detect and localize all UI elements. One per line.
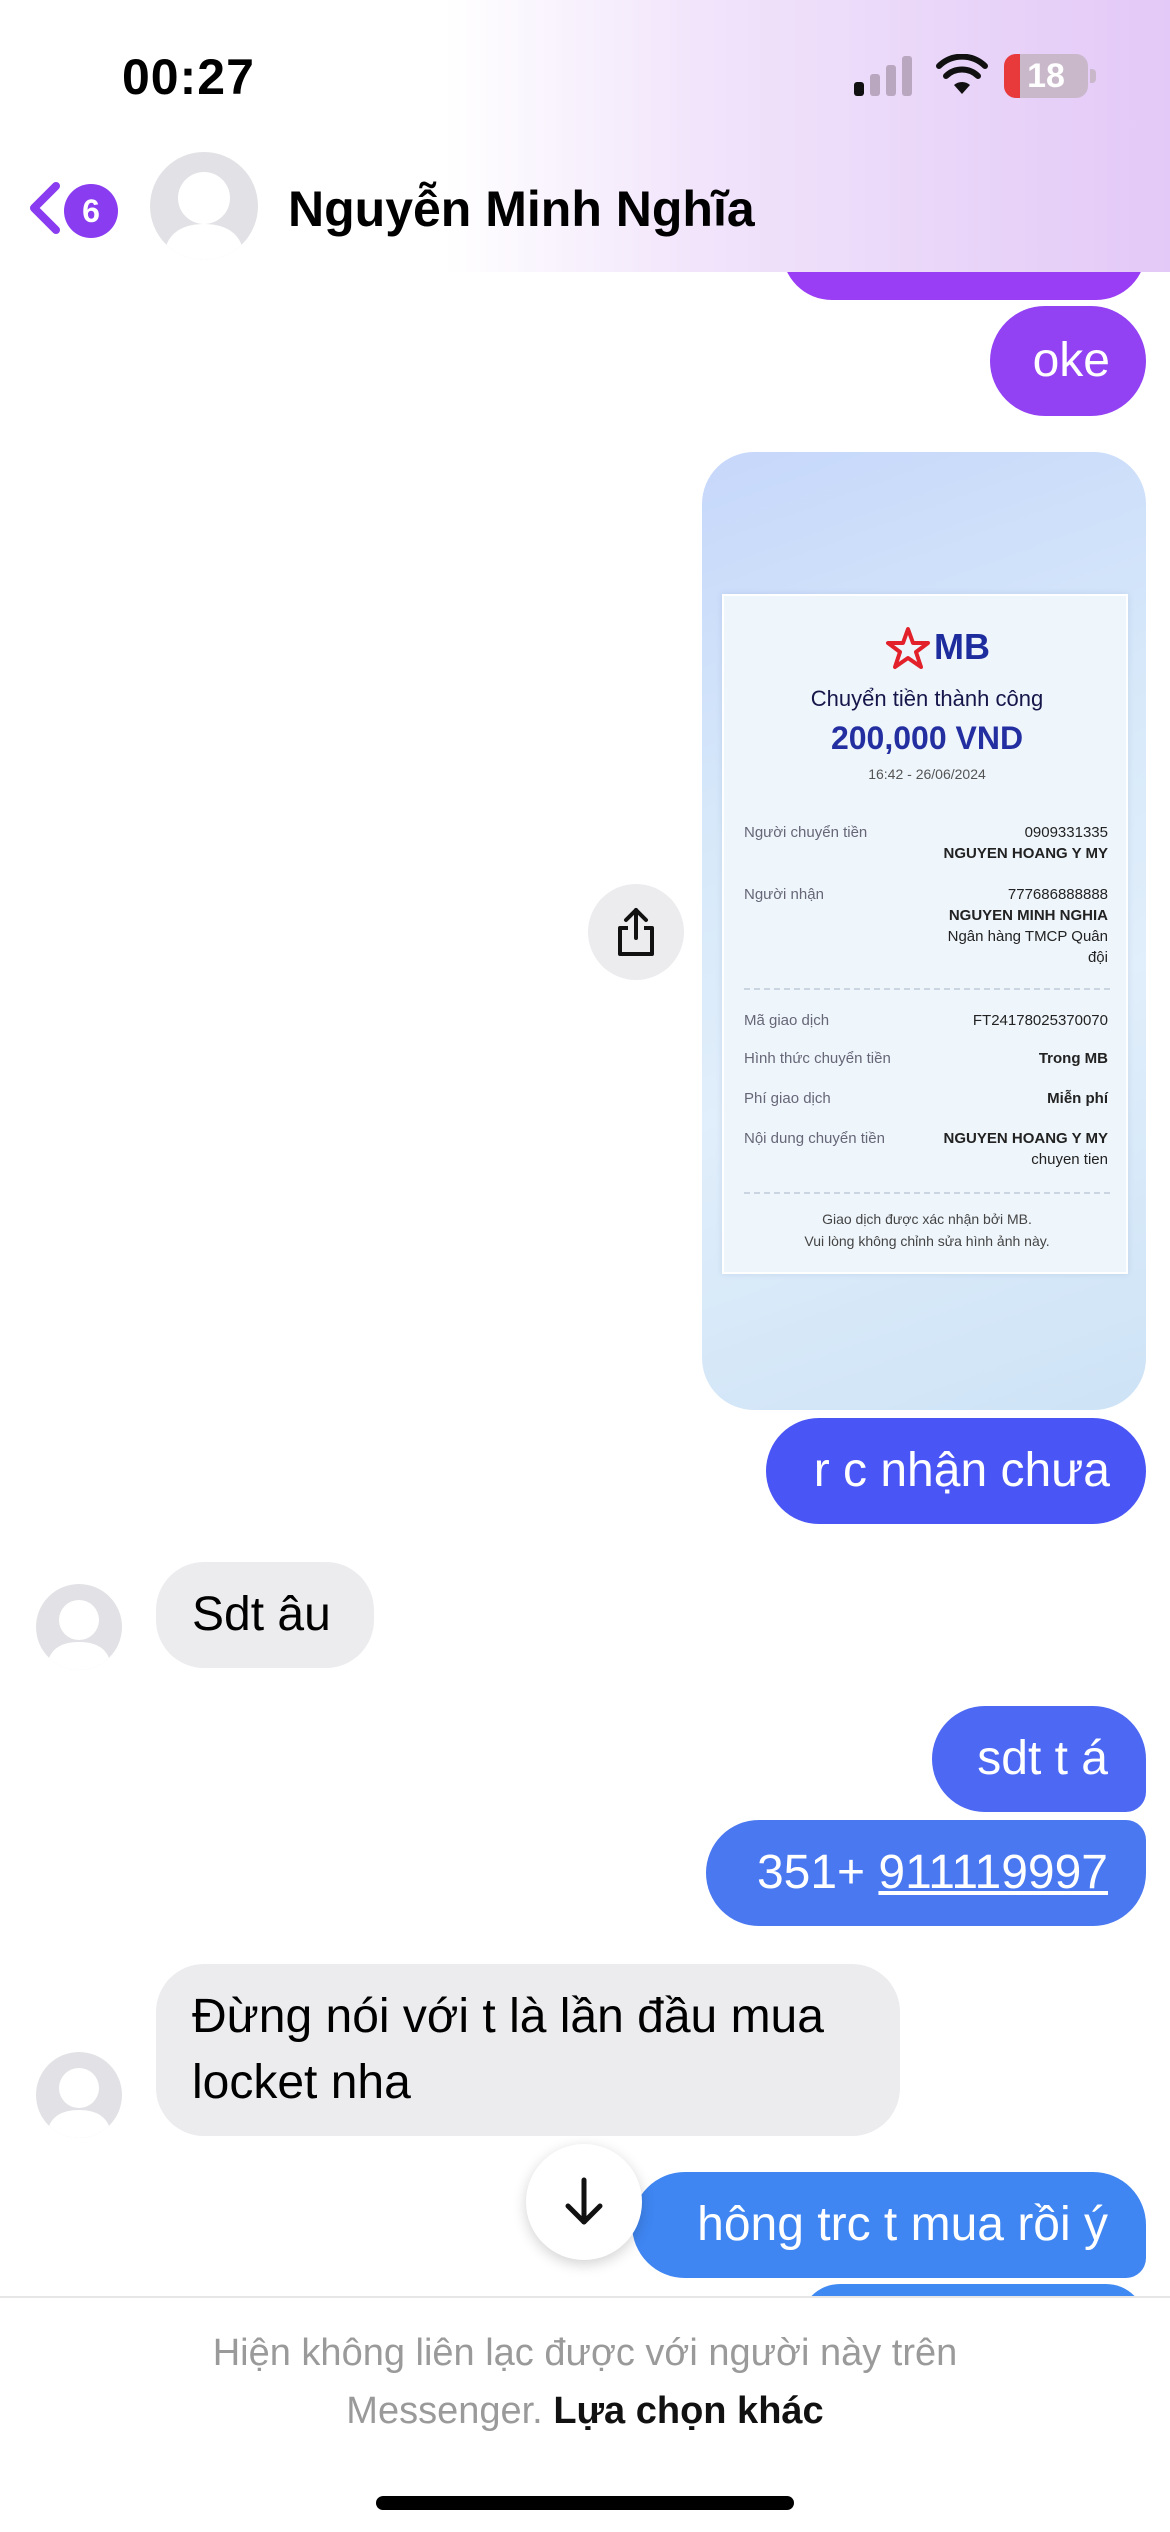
other-options-link[interactable]: Lựa chọn khác [553, 2390, 823, 2432]
contact-avatar-small[interactable] [36, 1584, 122, 1670]
sender-value: 0909331335 NGUYEN HOANG Y MY [944, 822, 1108, 864]
default-avatar-icon [36, 2052, 122, 2138]
message-bubble-oke[interactable]: oke [990, 306, 1146, 416]
sender-account: 0909331335 [1024, 824, 1108, 841]
message-bubble-hong[interactable]: hông trc t mua rồi ý [632, 2172, 1146, 2278]
sender-label: Người chuyển tiền [744, 824, 868, 841]
arrow-down-icon [565, 2177, 603, 2225]
share-button[interactable] [588, 884, 684, 980]
unavailable-notice: Hiện không liên lạc được với người này t… [0, 2324, 1170, 2440]
fee-label: Phí giao dịch [744, 1090, 831, 1107]
receipt-footer: Giao dịch được xác nhận bởi MB. Vui lòng… [724, 1208, 1130, 1252]
method-label: Hình thức chuyển tiền [744, 1050, 891, 1067]
share-icon [618, 908, 654, 956]
receiver-bank-line2: đội [1087, 949, 1108, 966]
battery-icon: 18 [1004, 54, 1096, 98]
mb-logo-text: MB [934, 626, 990, 667]
message-bubble-sdt-ta[interactable]: sdt t á [932, 1706, 1146, 1812]
content-value: NGUYEN HOANG Y MY chuyen tien [944, 1128, 1108, 1170]
receiver-value: 777686888888 NGUYEN MINH NGHIA Ngân hàng… [948, 884, 1108, 968]
sender-name: NGUYEN HOANG Y MY [943, 845, 1108, 862]
receipt-amount: 200,000 VND [830, 720, 1024, 756]
phone-number-link[interactable]: 911119997 [878, 1846, 1108, 1899]
message-bubble-sdt[interactable]: Sdt âu [156, 1562, 374, 1668]
receiver-bank-line1: Ngân hàng TMCP Quân [947, 928, 1108, 945]
phone-prefix: 351+ [756, 1846, 879, 1899]
receiver-account: 777686888888 [1007, 886, 1108, 903]
txn-id-value: FT24178025370070 [972, 1012, 1108, 1029]
receipt-title: Chuyển tiền thành công [810, 686, 1044, 711]
contact-name[interactable]: Nguyễn Minh Nghĩa [288, 180, 755, 238]
notice-line2: Messenger. [346, 2390, 543, 2432]
mb-bank-logo: MB [886, 624, 996, 672]
notice-line1: Hiện không liên lạc được với người này t… [212, 2332, 958, 2374]
message-bubble-dung[interactable]: Đừng nói với t là lần đầu mua locket nha [156, 1964, 900, 2136]
home-indicator[interactable] [376, 2496, 794, 2510]
contact-avatar-small[interactable] [36, 2052, 122, 2138]
receiver-name: NGUYEN MINH NGHIA [948, 907, 1108, 924]
txn-id-label: Mã giao dịch [744, 1012, 830, 1029]
default-avatar-icon [36, 1584, 122, 1670]
method-value: Trong MB [1038, 1050, 1108, 1067]
battery-level: 18 [1027, 57, 1065, 95]
unavailable-footer: Hiện không liên lạc được với người này t… [0, 2296, 1170, 2532]
content-line1: NGUYEN HOANG Y MY [943, 1130, 1108, 1147]
contact-avatar[interactable] [150, 152, 258, 260]
receipt-divider [744, 1192, 1110, 1194]
receiver-label: Người nhận [744, 886, 824, 903]
receipt-datetime: 16:42 - 26/06/2024 [868, 766, 986, 782]
fee-value: Miễn phí [1047, 1090, 1108, 1107]
unread-count-badge: 6 [64, 184, 118, 238]
message-bubble-phone[interactable]: 351+ 911119997 [706, 1820, 1146, 1926]
receipt-divider [744, 988, 1110, 990]
transfer-receipt: MB Chuyển tiền thành công 200,000 VND 16… [722, 594, 1128, 1274]
receipt-footer-line1: Giao dịch được xác nhận bởi MB. [822, 1211, 1032, 1227]
signal-icon [854, 56, 912, 96]
status-time: 00:27 [122, 49, 255, 105]
receipt-footer-line2: Vui lòng không chỉnh sửa hình ảnh này. [804, 1233, 1050, 1249]
content-label: Nội dung chuyển tiền [744, 1130, 885, 1147]
mb-star-icon [886, 627, 930, 669]
conversation-header: 00:27 18 6 Nguyễn Minh Nghĩa [0, 0, 1170, 272]
back-button[interactable]: 6 [22, 172, 132, 244]
wifi-icon [936, 54, 988, 94]
scroll-to-bottom-button[interactable] [526, 2144, 642, 2260]
chevron-left-icon [30, 182, 60, 234]
message-bubble-nhan[interactable]: r c nhận chưa [766, 1418, 1146, 1524]
receipt-image-message[interactable]: MB Chuyển tiền thành công 200,000 VND 16… [702, 452, 1146, 1410]
default-avatar-icon [150, 152, 258, 260]
content-line2: chuyen tien [1031, 1151, 1108, 1168]
